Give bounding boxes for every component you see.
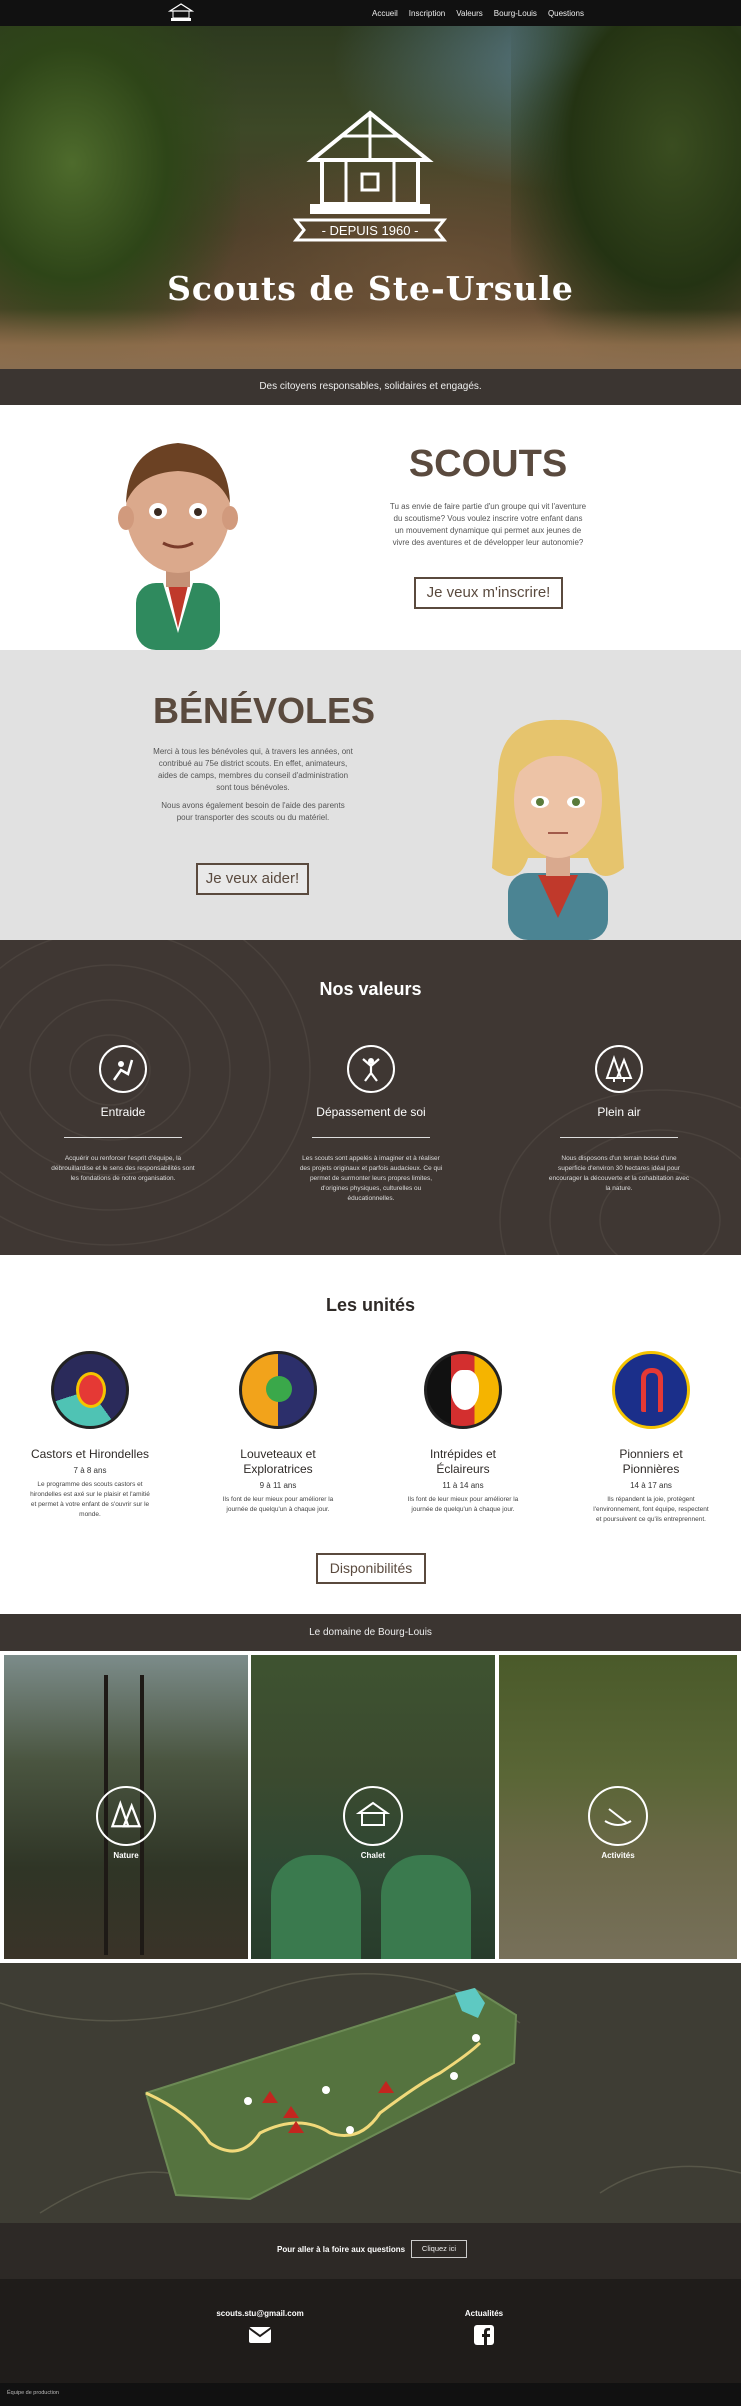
chalet-icon [343,1786,403,1846]
envelope-icon[interactable] [248,2326,272,2344]
castors-badge-icon [51,1351,129,1429]
facebook-icon[interactable] [474,2325,494,2345]
divider [312,1137,430,1138]
availability-button[interactable]: Disponibilités [316,1553,426,1584]
value-title: Plein air [597,1105,641,1119]
jumping-person-icon [347,1045,395,1093]
faq-text: Pour aller à la foire aux questions [277,2245,406,2254]
scout-girl-illustration [492,719,624,940]
chalet-emblem-icon: - DEPUIS 1960 - [292,110,448,242]
faq-bar: Pour aller à la foire aux questions Cliq… [0,2223,741,2279]
louveteaux-badge-icon [239,1351,317,1429]
benevoles-text-1: Merci à tous les bénévoles qui, à traver… [153,747,353,792]
credits-bar: Équipe de production [0,2383,741,2406]
credits-text: Équipe de production [7,2390,59,2396]
footer: scouts.stu@gmail.com Actualités [0,2279,741,2383]
benevoles-text: Merci à tous les bénévoles qui, à traver… [153,746,353,830]
value-text: Nous disposons d'un terrain boisé d'une … [548,1155,690,1192]
scout-boy-illustration [118,443,238,650]
unit-castors: Castors et Hirondelles 7 à 8 ans Le prog… [30,1351,150,1520]
canoe-icon [588,1786,648,1846]
ground [0,309,741,369]
pine-trees-icon [595,1045,643,1093]
pionniers-badge-icon [612,1351,690,1429]
value-title: Entraide [100,1105,146,1119]
domaine-title: Le domaine de Bourg-Louis [0,1614,741,1651]
faq-button[interactable]: Cliquez ici [411,2240,467,2258]
unit-age: 14 à 17 ans [630,1481,672,1490]
tile-label: Chalet [360,1851,386,1860]
nav-item-valeurs[interactable]: Valeurs [456,9,483,18]
value-title: Dépassement de soi [316,1105,426,1119]
tile-nature[interactable]: Nature [4,1655,248,1959]
tile-label: Nature [113,1851,139,1860]
pine-trees-icon [96,1786,156,1846]
tile-activites[interactable]: Activités [499,1655,737,1959]
section-scouts: SCOUTS Tu as envie de faire partie d'un … [0,405,741,650]
intrepides-badge-icon [424,1351,502,1429]
scouts-title: SCOUTS [408,443,568,485]
unit-name: Pionniers et Pionnières [619,1447,683,1476]
value-plein-air: Plein air Nous disposons d'un terrain bo… [547,1045,691,1194]
climbing-help-icon [99,1045,147,1093]
hero-title: Scouts de Ste-Ursule [167,269,574,308]
unit-age: 11 à 14 ans [442,1481,484,1490]
value-depassement: Dépassement de soi Les scouts sont appel… [299,1045,443,1204]
unit-name: Louveteaux et Exploratrices [240,1447,316,1476]
divider [64,1137,182,1138]
divider [560,1137,678,1138]
tile-label: Activités [601,1851,635,1860]
scouts-text: Tu as envie de faire partie d'un groupe … [389,502,587,547]
unit-text: Le programme des scouts castors et hiron… [30,1481,150,1518]
valeurs-title: Nos valeurs [319,979,422,999]
domaine-tiles: Nature Chalet Activités [0,1651,741,1963]
unit-age: 9 à 11 ans [259,1481,297,1490]
benevoles-title: BÉNÉVOLES [153,690,376,731]
section-unites: Les unités Castors et Hirondelles 7 à 8 … [0,1255,741,1614]
volunteer-button[interactable]: Je veux aider! [196,863,309,895]
map-illustration [0,1973,741,2214]
unit-name: Intrépides et Éclaireurs [429,1447,497,1476]
register-button[interactable]: Je veux m'inscrire! [414,577,563,609]
unit-louveteaux: Louveteaux et Exploratrices 9 à 11 ans I… [218,1351,338,1515]
nav-item-accueil[interactable]: Accueil [372,9,398,18]
chalet-logo-icon[interactable] [168,3,194,23]
contact-email[interactable]: scouts.stu@gmail.com [200,2309,320,2318]
unit-text: Ils font de leur mieux pour améliorer la… [222,1496,334,1513]
unit-age: 7 à 8 ans [73,1466,107,1475]
section-valeurs: Nos valeurs Entraide Acquérir ou renforc… [0,940,741,1255]
unit-name: Castors et Hirondelles [30,1447,150,1461]
unit-pionniers: Pionniers et Pionnières 14 à 17 ans Ils … [591,1351,711,1525]
value-text: Acquérir ou renforcer l'esprit d'équipe,… [51,1155,195,1182]
hero-banner: - DEPUIS 1960 - Scouts de Ste-Ursule [0,26,741,369]
value-text: Les scouts sont appelés à imaginer et à … [299,1155,443,1202]
unit-intrepides: Intrépides et Éclaireurs 11 à 14 ans Ils… [403,1351,523,1515]
benevoles-text-2: Nous avons également besoin de l'aide de… [161,801,345,822]
top-navbar: Accueil Inscription Valeurs Bourg-Louis … [0,0,741,26]
hero-since: - DEPUIS 1960 - [322,223,419,238]
section-benevoles: BÉNÉVOLES Merci à tous les bénévoles qui… [0,650,741,940]
tagline: Des citoyens responsables, solidaires et… [0,369,741,405]
unit-text: Ils répandent la joie, protègent l'envir… [593,1496,709,1523]
unit-text: Ils font de leur mieux pour améliorer la… [407,1496,519,1513]
nav-item-bourg-louis[interactable]: Bourg-Louis [494,9,537,18]
value-entraide: Entraide Acquérir ou renforcer l'esprit … [51,1045,195,1184]
nav-item-questions[interactable]: Questions [548,9,584,18]
nav-item-inscription[interactable]: Inscription [409,9,445,18]
domaine-map[interactable] [0,1963,741,2223]
news-label: Actualités [464,2309,504,2318]
unites-title: Les unités [325,1295,416,1315]
tile-chalet[interactable]: Chalet [251,1655,495,1959]
